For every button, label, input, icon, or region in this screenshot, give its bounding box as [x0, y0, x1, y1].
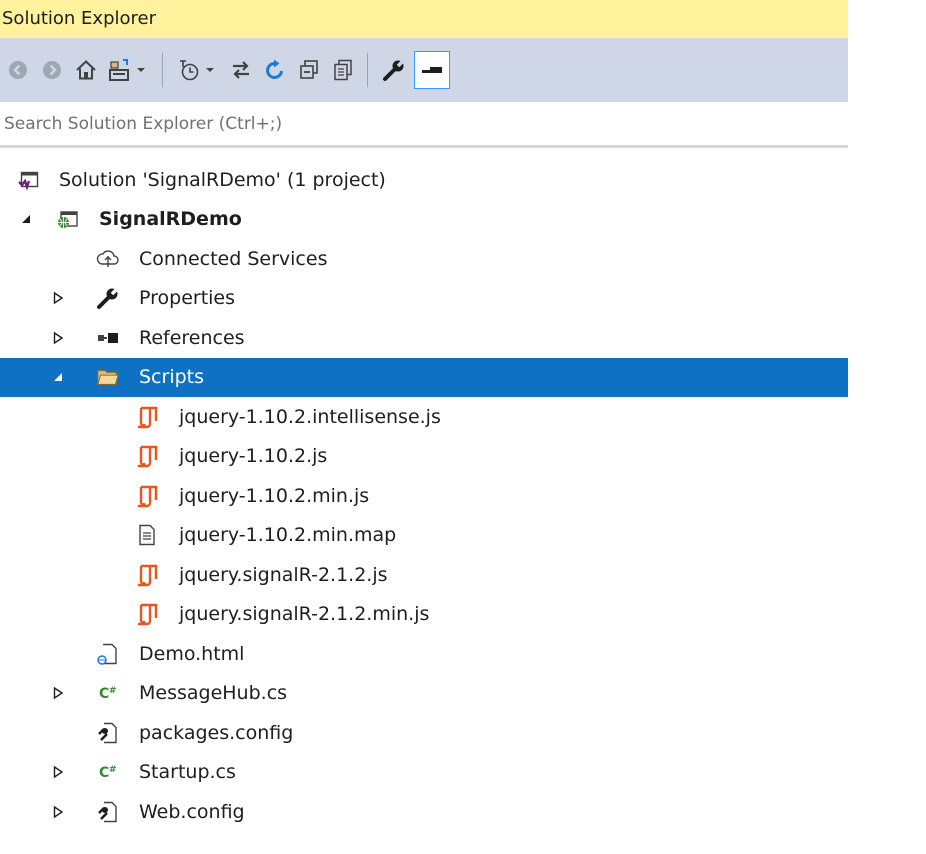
sync-with-active-document-button[interactable]: [227, 50, 255, 90]
tree-item-label: jquery-1.10.2.intellisense.js: [179, 405, 441, 428]
solution-explorer-toolbar: [0, 38, 848, 102]
home-icon: [76, 60, 96, 80]
tree-item-file[interactable]: jquery-1.10.2.intellisense.js: [0, 397, 848, 437]
svg-text:C: C: [99, 686, 109, 702]
dropdown-arrow-icon: [137, 68, 145, 72]
text-file-icon: [135, 523, 159, 547]
expanded-arrow-icon[interactable]: [19, 212, 33, 226]
tree-item-file[interactable]: C # MessageHub.cs: [0, 674, 848, 714]
pending-changes-filter-icon: [180, 60, 199, 81]
tree-item-file[interactable]: jquery-1.10.2.min.js: [0, 476, 848, 516]
tree-item-label: MessageHub.cs: [139, 682, 288, 705]
forward-icon: [43, 61, 61, 79]
refresh-button[interactable]: [261, 50, 289, 90]
svg-text:C: C: [99, 765, 109, 781]
dropdown-arrow-icon: [206, 68, 214, 72]
tree-item-label: Scripts: [139, 366, 205, 389]
svg-text:#: #: [109, 765, 117, 775]
preview-selected-items-icon: [422, 67, 442, 73]
search-input[interactable]: [2, 112, 806, 135]
refresh-icon: [266, 59, 283, 79]
collapse-all-button[interactable]: [295, 50, 323, 90]
javascript-file-icon: [135, 484, 159, 508]
tree-item-label: packages.config: [139, 721, 294, 744]
pending-changes-filter-button[interactable]: [175, 50, 203, 90]
config-file-icon: [96, 721, 120, 745]
back-button[interactable]: [4, 50, 32, 90]
back-icon: [9, 61, 27, 79]
toolbar-separator: [367, 53, 368, 87]
tree-item-file[interactable]: jquery.signalR-2.1.2.js: [0, 555, 848, 595]
tree-item-label: Demo.html: [139, 642, 245, 665]
collapsed-arrow-icon[interactable]: [51, 765, 65, 779]
search-box[interactable]: [0, 102, 848, 148]
tree-item-connected-services[interactable]: Connected Services: [0, 239, 848, 279]
properties-icon: [383, 58, 406, 81]
wrench-icon: [96, 286, 120, 310]
javascript-file-icon: [135, 405, 159, 429]
tree-item-project[interactable]: SignalRDemo: [0, 200, 848, 240]
show-all-files-icon: [334, 59, 352, 81]
javascript-file-icon: [135, 563, 159, 587]
svg-text:#: #: [109, 686, 117, 696]
tree-item-file[interactable]: Demo.html: [0, 634, 848, 674]
collapsed-arrow-icon[interactable]: [51, 291, 65, 305]
panel-title: Solution Explorer: [2, 8, 156, 29]
tree-item-label: Startup.cs: [139, 761, 236, 784]
collapsed-arrow-icon[interactable]: [51, 686, 65, 700]
solution-explorer-panel: Solution Explorer Search Solution Explor…: [0, 0, 848, 854]
toolbar-separator: [162, 53, 163, 87]
tree-item-label: jquery-1.10.2.js: [179, 445, 328, 468]
tree-item-label: Connected Services: [139, 247, 328, 270]
csharp-file-icon: C #: [96, 760, 120, 784]
panel-title-bar: Solution Explorer: [0, 0, 848, 38]
tree-item-label: jquery.signalR-2.1.2.min.js: [179, 603, 430, 626]
switch-views-dropdown[interactable]: [134, 50, 148, 90]
tree-item-label: References: [139, 326, 245, 349]
tree-item-label: jquery-1.10.2.min.js: [179, 484, 370, 507]
tree-item-label: Web.config: [139, 800, 245, 823]
javascript-file-icon: [135, 602, 159, 626]
tree-item-file[interactable]: jquery-1.10.2.min.map: [0, 516, 848, 556]
tree-item-file[interactable]: jquery.signalR-2.1.2.min.js: [0, 595, 848, 635]
tree-item-references[interactable]: References: [0, 318, 848, 358]
pending-changes-dropdown[interactable]: [203, 50, 217, 90]
expanded-arrow-icon[interactable]: [51, 370, 65, 384]
tree-item-label: jquery.signalR-2.1.2.js: [179, 563, 388, 586]
tree-item-scripts-folder[interactable]: Scripts: [0, 357, 848, 397]
tree-item-file[interactable]: Web.config: [0, 792, 848, 832]
forward-button[interactable]: [38, 50, 66, 90]
web-project-icon: [56, 207, 80, 231]
tree-item-label: Solution 'SignalRDemo' (1 project): [59, 168, 386, 191]
javascript-file-icon: [135, 444, 159, 468]
collapsed-arrow-icon[interactable]: [51, 805, 65, 819]
tree-item-file[interactable]: jquery-1.10.2.js: [0, 437, 848, 477]
collapse-all-icon: [300, 60, 318, 79]
collapsed-arrow-icon[interactable]: [51, 331, 65, 345]
tree-item-label: Properties: [139, 287, 236, 310]
tree-item-label: SignalRDemo: [99, 208, 242, 231]
show-all-files-button[interactable]: [329, 50, 357, 90]
switch-views-button[interactable]: [106, 50, 134, 90]
connected-services-icon: [96, 247, 120, 271]
tree-item-file[interactable]: packages.config: [0, 713, 848, 753]
properties-button[interactable]: [380, 50, 408, 90]
csharp-file-icon: C #: [96, 681, 120, 705]
references-icon: [96, 326, 120, 350]
tree-item-label: jquery-1.10.2.min.map: [179, 524, 397, 547]
html-file-icon: [96, 642, 120, 666]
preview-selected-items-button[interactable]: [414, 51, 450, 89]
folder-open-icon: [96, 365, 120, 389]
home-button[interactable]: [72, 50, 100, 90]
config-file-icon: [96, 800, 120, 824]
switch-views-icon: [109, 59, 129, 81]
sync-with-active-document-icon: [233, 61, 249, 79]
solution-icon: [17, 168, 41, 192]
solution-tree: Solution 'SignalRDemo' (1 project) Signa…: [0, 160, 848, 832]
tree-item-solution[interactable]: Solution 'SignalRDemo' (1 project): [0, 160, 848, 200]
tree-item-properties[interactable]: Properties: [0, 279, 848, 319]
tree-item-file[interactable]: C # Startup.cs: [0, 753, 848, 793]
